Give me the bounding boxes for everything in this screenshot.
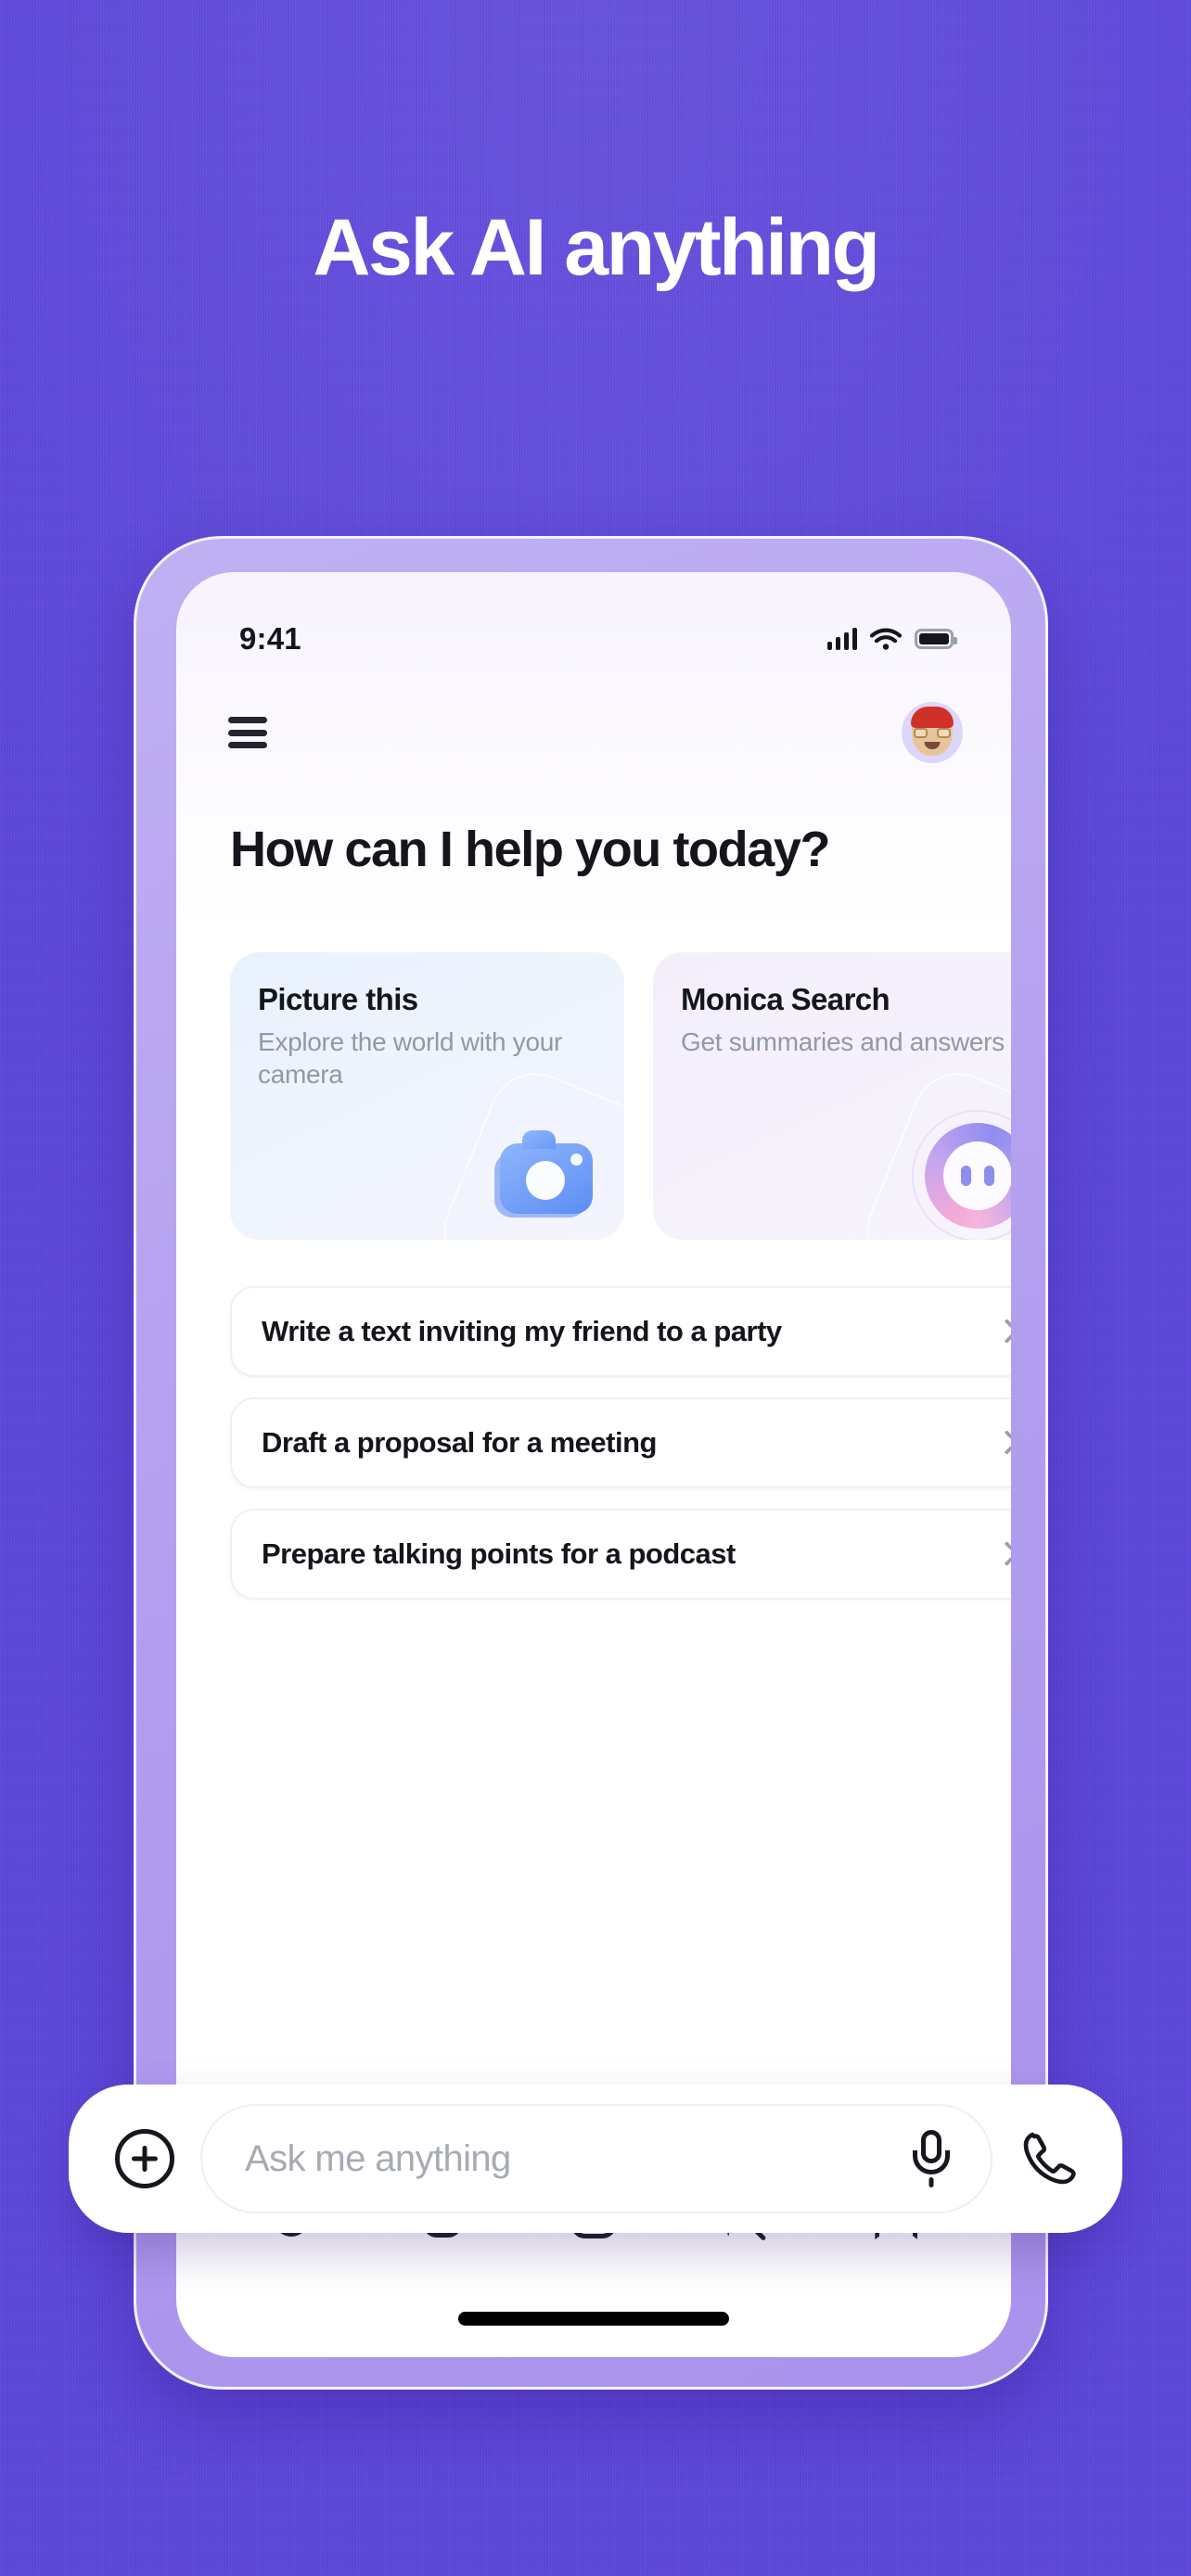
plus-circle-icon[interactable] bbox=[115, 2129, 174, 2188]
feature-card-monica-search[interactable]: Monica Search Get summaries and answers bbox=[653, 952, 1011, 1240]
status-bar: 9:41 bbox=[176, 572, 1011, 674]
phone-call-icon[interactable] bbox=[1018, 2128, 1078, 2189]
avatar-mouth bbox=[924, 742, 941, 749]
composer-bar bbox=[69, 2085, 1122, 2233]
wifi-icon bbox=[870, 627, 902, 650]
suggestion-item[interactable]: Prepare talking points for a podcast bbox=[230, 1509, 1011, 1600]
microphone-icon[interactable] bbox=[909, 2130, 954, 2187]
monica-ring-icon bbox=[912, 1110, 1011, 1240]
suggestion-item[interactable]: Write a text inviting my friend to a par… bbox=[230, 1286, 1011, 1377]
hamburger-menu-icon[interactable] bbox=[228, 713, 275, 752]
search-input[interactable] bbox=[245, 2137, 890, 2180]
suggestion-list: Write a text inviting my friend to a par… bbox=[230, 1286, 1011, 1600]
suggestion-label: Prepare talking points for a podcast bbox=[262, 1537, 736, 1570]
suggestion-label: Write a text inviting my friend to a par… bbox=[262, 1315, 782, 1347]
card-title: Monica Search bbox=[681, 982, 890, 1016]
search-input-shell[interactable] bbox=[200, 2104, 992, 2213]
card-subtitle: Explore the world with your camera bbox=[258, 1027, 563, 1090]
hero-headline: Ask AI anything bbox=[313, 203, 880, 292]
suggestion-item[interactable]: Draft a proposal for a meeting bbox=[230, 1397, 1011, 1488]
cellular-signal-icon bbox=[826, 628, 857, 650]
card-title: Picture this bbox=[258, 982, 418, 1016]
chevron-right-icon bbox=[997, 1430, 1011, 1456]
battery-icon bbox=[915, 629, 957, 649]
avatar[interactable] bbox=[902, 702, 963, 763]
feature-card-row[interactable]: Picture this Explore the world with your… bbox=[230, 952, 1011, 1249]
suggestion-label: Draft a proposal for a meeting bbox=[262, 1426, 657, 1459]
avatar-face bbox=[911, 707, 954, 756]
status-time: 9:41 bbox=[239, 621, 301, 656]
camera-icon bbox=[494, 1127, 598, 1218]
chevron-right-icon bbox=[997, 1319, 1011, 1345]
avatar-glasses bbox=[913, 728, 952, 738]
chevron-right-icon bbox=[997, 1541, 1011, 1567]
avatar-cap bbox=[911, 707, 954, 728]
feature-card-picture-this[interactable]: Picture this Explore the world with your… bbox=[230, 952, 624, 1240]
status-icon-group bbox=[826, 627, 957, 651]
app-header bbox=[176, 682, 1011, 784]
page-title: How can I help you today? bbox=[230, 822, 830, 877]
home-indicator bbox=[458, 2312, 729, 2326]
card-subtitle: Get summaries and answers bbox=[681, 1027, 1005, 1056]
